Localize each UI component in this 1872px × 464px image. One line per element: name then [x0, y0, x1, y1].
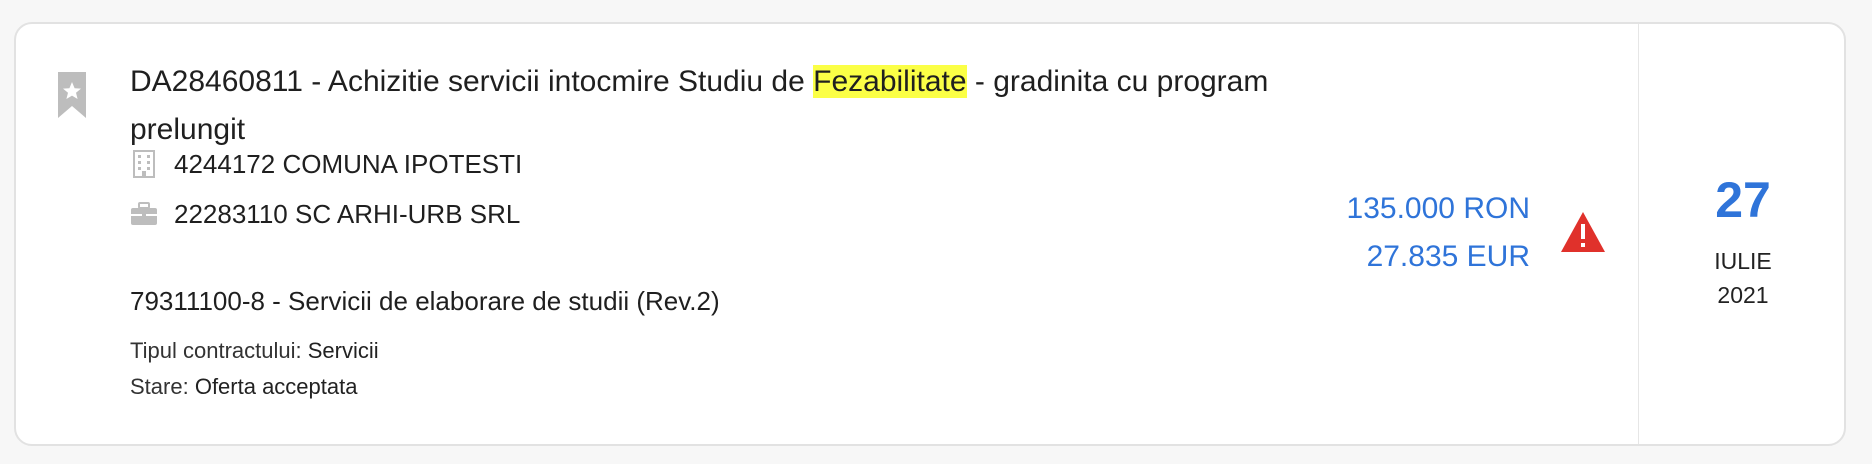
contract-type: Tipul contractului: Servicii	[130, 338, 379, 364]
date-day: 27	[1715, 172, 1771, 228]
status-label: Stare:	[130, 374, 189, 399]
title-highlight: Fezabilitate	[813, 65, 967, 98]
supplier-row: 22283110 SC ARHI-URB SRL	[130, 194, 520, 234]
supplier-label[interactable]: 22283110 SC ARHI-URB SRL	[174, 199, 520, 230]
date-year: 2021	[1717, 282, 1769, 308]
tender-title[interactable]: DA28460811 - Achizitie servicii intocmir…	[130, 58, 1280, 154]
title-prefix: DA28460811 - Achizitie servicii intocmir…	[130, 65, 814, 98]
authority-label[interactable]: 4244172 COMUNA IPOTESTI	[174, 149, 522, 180]
value-eur: 27.835 EUR	[1366, 240, 1530, 273]
bookmark-icon[interactable]	[56, 70, 88, 120]
contract-type-label: Tipul contractului:	[130, 338, 302, 363]
divider	[1638, 24, 1639, 444]
warning-icon[interactable]	[1559, 210, 1607, 254]
briefcase-icon	[130, 200, 158, 228]
authority-row: 4244172 COMUNA IPOTESTI	[130, 144, 522, 184]
date-month: IULIE	[1714, 248, 1772, 274]
contract-type-value: Servicii	[307, 338, 379, 363]
status-value: Oferta acceptata	[194, 374, 358, 399]
value-ron: 135.000 RON	[1346, 192, 1530, 225]
tender-card[interactable]: DA28460811 - Achizitie servicii intocmir…	[14, 22, 1846, 446]
status: Stare: Oferta acceptata	[130, 374, 357, 400]
building-icon	[130, 150, 158, 178]
cpv-code: 79311100-8 - Servicii de elaborare de st…	[130, 286, 720, 316]
